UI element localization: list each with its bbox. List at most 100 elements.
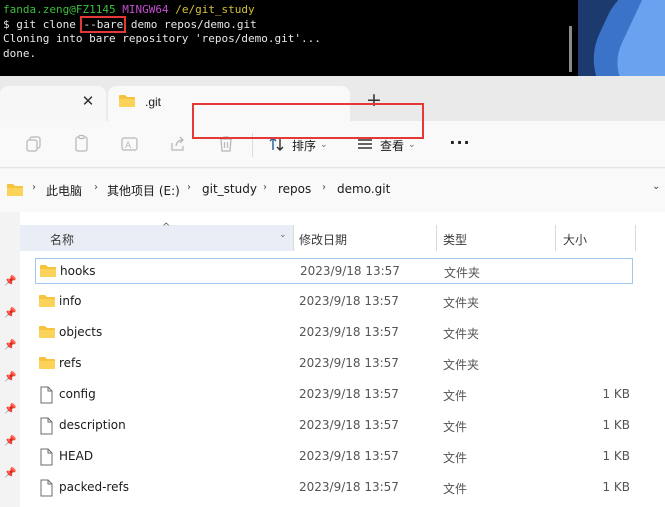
file-name: refs [59, 356, 82, 370]
terminal-cwd: /e/git_study [175, 3, 255, 16]
column-name-label[interactable]: 名称 [50, 231, 74, 248]
terminal-command-line: $ git clone --bare demo repos/demo.git [3, 15, 578, 33]
command-toolbar: A 排序 ⌄ 查看 ⌄ ··· [0, 121, 665, 168]
file-row-info[interactable]: info 2023/9/18 13:57 文件夹 [35, 289, 633, 315]
pin-icon: 📌 [4, 308, 17, 319]
file-type: 文件 [443, 420, 468, 434]
view-label: 查看 [380, 138, 405, 153]
file-row-packed-refs[interactable]: packed-refs 2023/9/18 13:57 文件 1 KB [35, 475, 633, 501]
column-size-label[interactable]: 大小 [563, 231, 587, 248]
column-type-label[interactable]: 类型 [443, 231, 467, 248]
file-size: 1 KB [602, 387, 630, 401]
sort-icon [268, 136, 286, 155]
view-button[interactable]: 查看 ⌄ [356, 132, 416, 158]
folder-icon [39, 263, 57, 282]
file-type: 文件 [443, 451, 468, 465]
column-date-label[interactable]: 修改日期 [299, 231, 347, 248]
breadcrumb-repos[interactable]: repos [278, 182, 311, 196]
svg-text:A: A [125, 141, 132, 151]
column-divider[interactable] [436, 225, 437, 251]
file-type: 文件 [443, 482, 468, 496]
terminal-command-args: demo repos/demo.git [124, 17, 257, 31]
file-type: 文件夹 [443, 358, 480, 372]
column-filter-dropdown-icon[interactable]: ⌄ [279, 230, 287, 240]
folder-icon [118, 93, 136, 112]
column-divider[interactable] [635, 225, 636, 251]
terminal-command-prefix: $ git clone [3, 17, 83, 31]
file-icon [38, 479, 54, 500]
file-modified-date: 2023/9/18 13:57 [299, 449, 399, 463]
terminal-output-cloning: Cloning into bare repository 'repos/demo… [3, 32, 321, 45]
file-row-description[interactable]: description 2023/9/18 13:57 文件 1 KB [35, 413, 633, 439]
file-name: hooks [60, 264, 96, 278]
sort-chevron-icon: ⌄ [320, 140, 328, 150]
file-modified-date: 2023/9/18 13:57 [299, 294, 399, 308]
address-bar[interactable]: › 此电脑 › 其他项目 (E:) › git_study › repos › … [0, 169, 665, 212]
breadcrumb-separator-icon: › [32, 182, 36, 193]
terminal-prompt-line: fanda.zeng@FZ1145 MINGW64 /e/git_study [3, 3, 578, 18]
file-name: description [59, 418, 126, 432]
sort-button[interactable]: 排序 ⌄ [268, 132, 328, 158]
breadcrumb-demo-git[interactable]: demo.git [337, 182, 390, 196]
file-name: packed-refs [59, 480, 129, 494]
file-type: 文件夹 [443, 296, 480, 310]
share-icon[interactable] [168, 134, 190, 156]
terminal-user-host: fanda.zeng@FZ1145 [3, 3, 116, 16]
more-options-button[interactable]: ··· [448, 133, 472, 157]
breadcrumb-separator-icon: › [187, 182, 191, 193]
file-name: config [59, 387, 96, 401]
file-type: 文件夹 [444, 266, 481, 280]
address-history-dropdown-icon[interactable]: ⌄ [652, 181, 660, 192]
folder-icon [38, 293, 56, 312]
file-icon [38, 448, 54, 469]
terminal-scrollbar[interactable] [566, 0, 578, 76]
column-divider[interactable] [555, 225, 556, 251]
column-header: ^ 名称 ⌄ 修改日期 类型 大小 [20, 222, 665, 251]
file-name: info [59, 294, 82, 308]
sort-label: 排序 [292, 138, 317, 153]
terminal-scrollbar-thumb[interactable] [569, 26, 572, 72]
sort-ascending-icon: ^ [162, 222, 171, 233]
file-row-hooks[interactable]: hooks 2023/9/18 13:57 文件夹 [35, 258, 633, 284]
copy-icon[interactable] [24, 134, 46, 156]
pin-icon: 📌 [4, 468, 17, 479]
terminal-shell: MINGW64 [122, 3, 169, 16]
file-size: 1 KB [602, 449, 630, 463]
view-icon [356, 137, 374, 154]
new-tab-button[interactable]: + [360, 88, 388, 114]
paste-icon[interactable] [72, 134, 94, 156]
pin-icon: 📌 [4, 276, 17, 287]
file-name: objects [59, 325, 103, 339]
breadcrumb-this-pc[interactable]: 此电脑 [46, 182, 82, 199]
file-row-objects[interactable]: objects 2023/9/18 13:57 文件夹 [35, 320, 633, 346]
terminal-bare-flag: --bare [80, 15, 127, 33]
file-name: HEAD [59, 449, 94, 463]
tab-git[interactable]: .git [108, 86, 350, 121]
file-icon [38, 386, 54, 407]
folder-icon [6, 182, 24, 201]
breadcrumb-git-study[interactable]: git_study [202, 182, 257, 196]
delete-icon[interactable] [216, 134, 238, 156]
rename-icon[interactable]: A [120, 134, 142, 156]
view-chevron-icon: ⌄ [408, 140, 416, 150]
breadcrumb-drive-e[interactable]: 其他项目 (E:) [107, 182, 180, 199]
file-modified-date: 2023/9/18 13:57 [299, 418, 399, 432]
pin-icon: 📌 [4, 404, 17, 415]
tab-bar: ✕ .git + [0, 76, 665, 121]
breadcrumb-separator-icon: › [94, 182, 98, 193]
file-icon [38, 417, 54, 438]
terminal-output-done: done. [3, 46, 37, 60]
file-modified-date: 2023/9/18 13:57 [299, 356, 399, 370]
file-row-refs[interactable]: refs 2023/9/18 13:57 文件夹 [35, 351, 633, 377]
close-tab-icon[interactable]: ✕ [76, 90, 100, 112]
pin-icon: 📌 [4, 340, 17, 351]
desktop-wallpaper [578, 0, 665, 76]
git-bash-terminal: fanda.zeng@FZ1145 MINGW64 /e/git_study $… [0, 0, 578, 76]
column-divider[interactable] [293, 225, 294, 251]
file-row-head[interactable]: HEAD 2023/9/18 13:57 文件 1 KB [35, 444, 633, 470]
file-modified-date: 2023/9/18 13:57 [299, 480, 399, 494]
file-list-pane: 📌 📌 📌 📌 📌 📌 📌 ^ 名称 ⌄ 修改日期 类型 大小 hooks 202… [0, 212, 665, 507]
file-row-config[interactable]: config 2023/9/18 13:57 文件 1 KB [35, 382, 633, 408]
file-modified-date: 2023/9/18 13:57 [300, 264, 400, 278]
file-size: 1 KB [602, 480, 630, 494]
